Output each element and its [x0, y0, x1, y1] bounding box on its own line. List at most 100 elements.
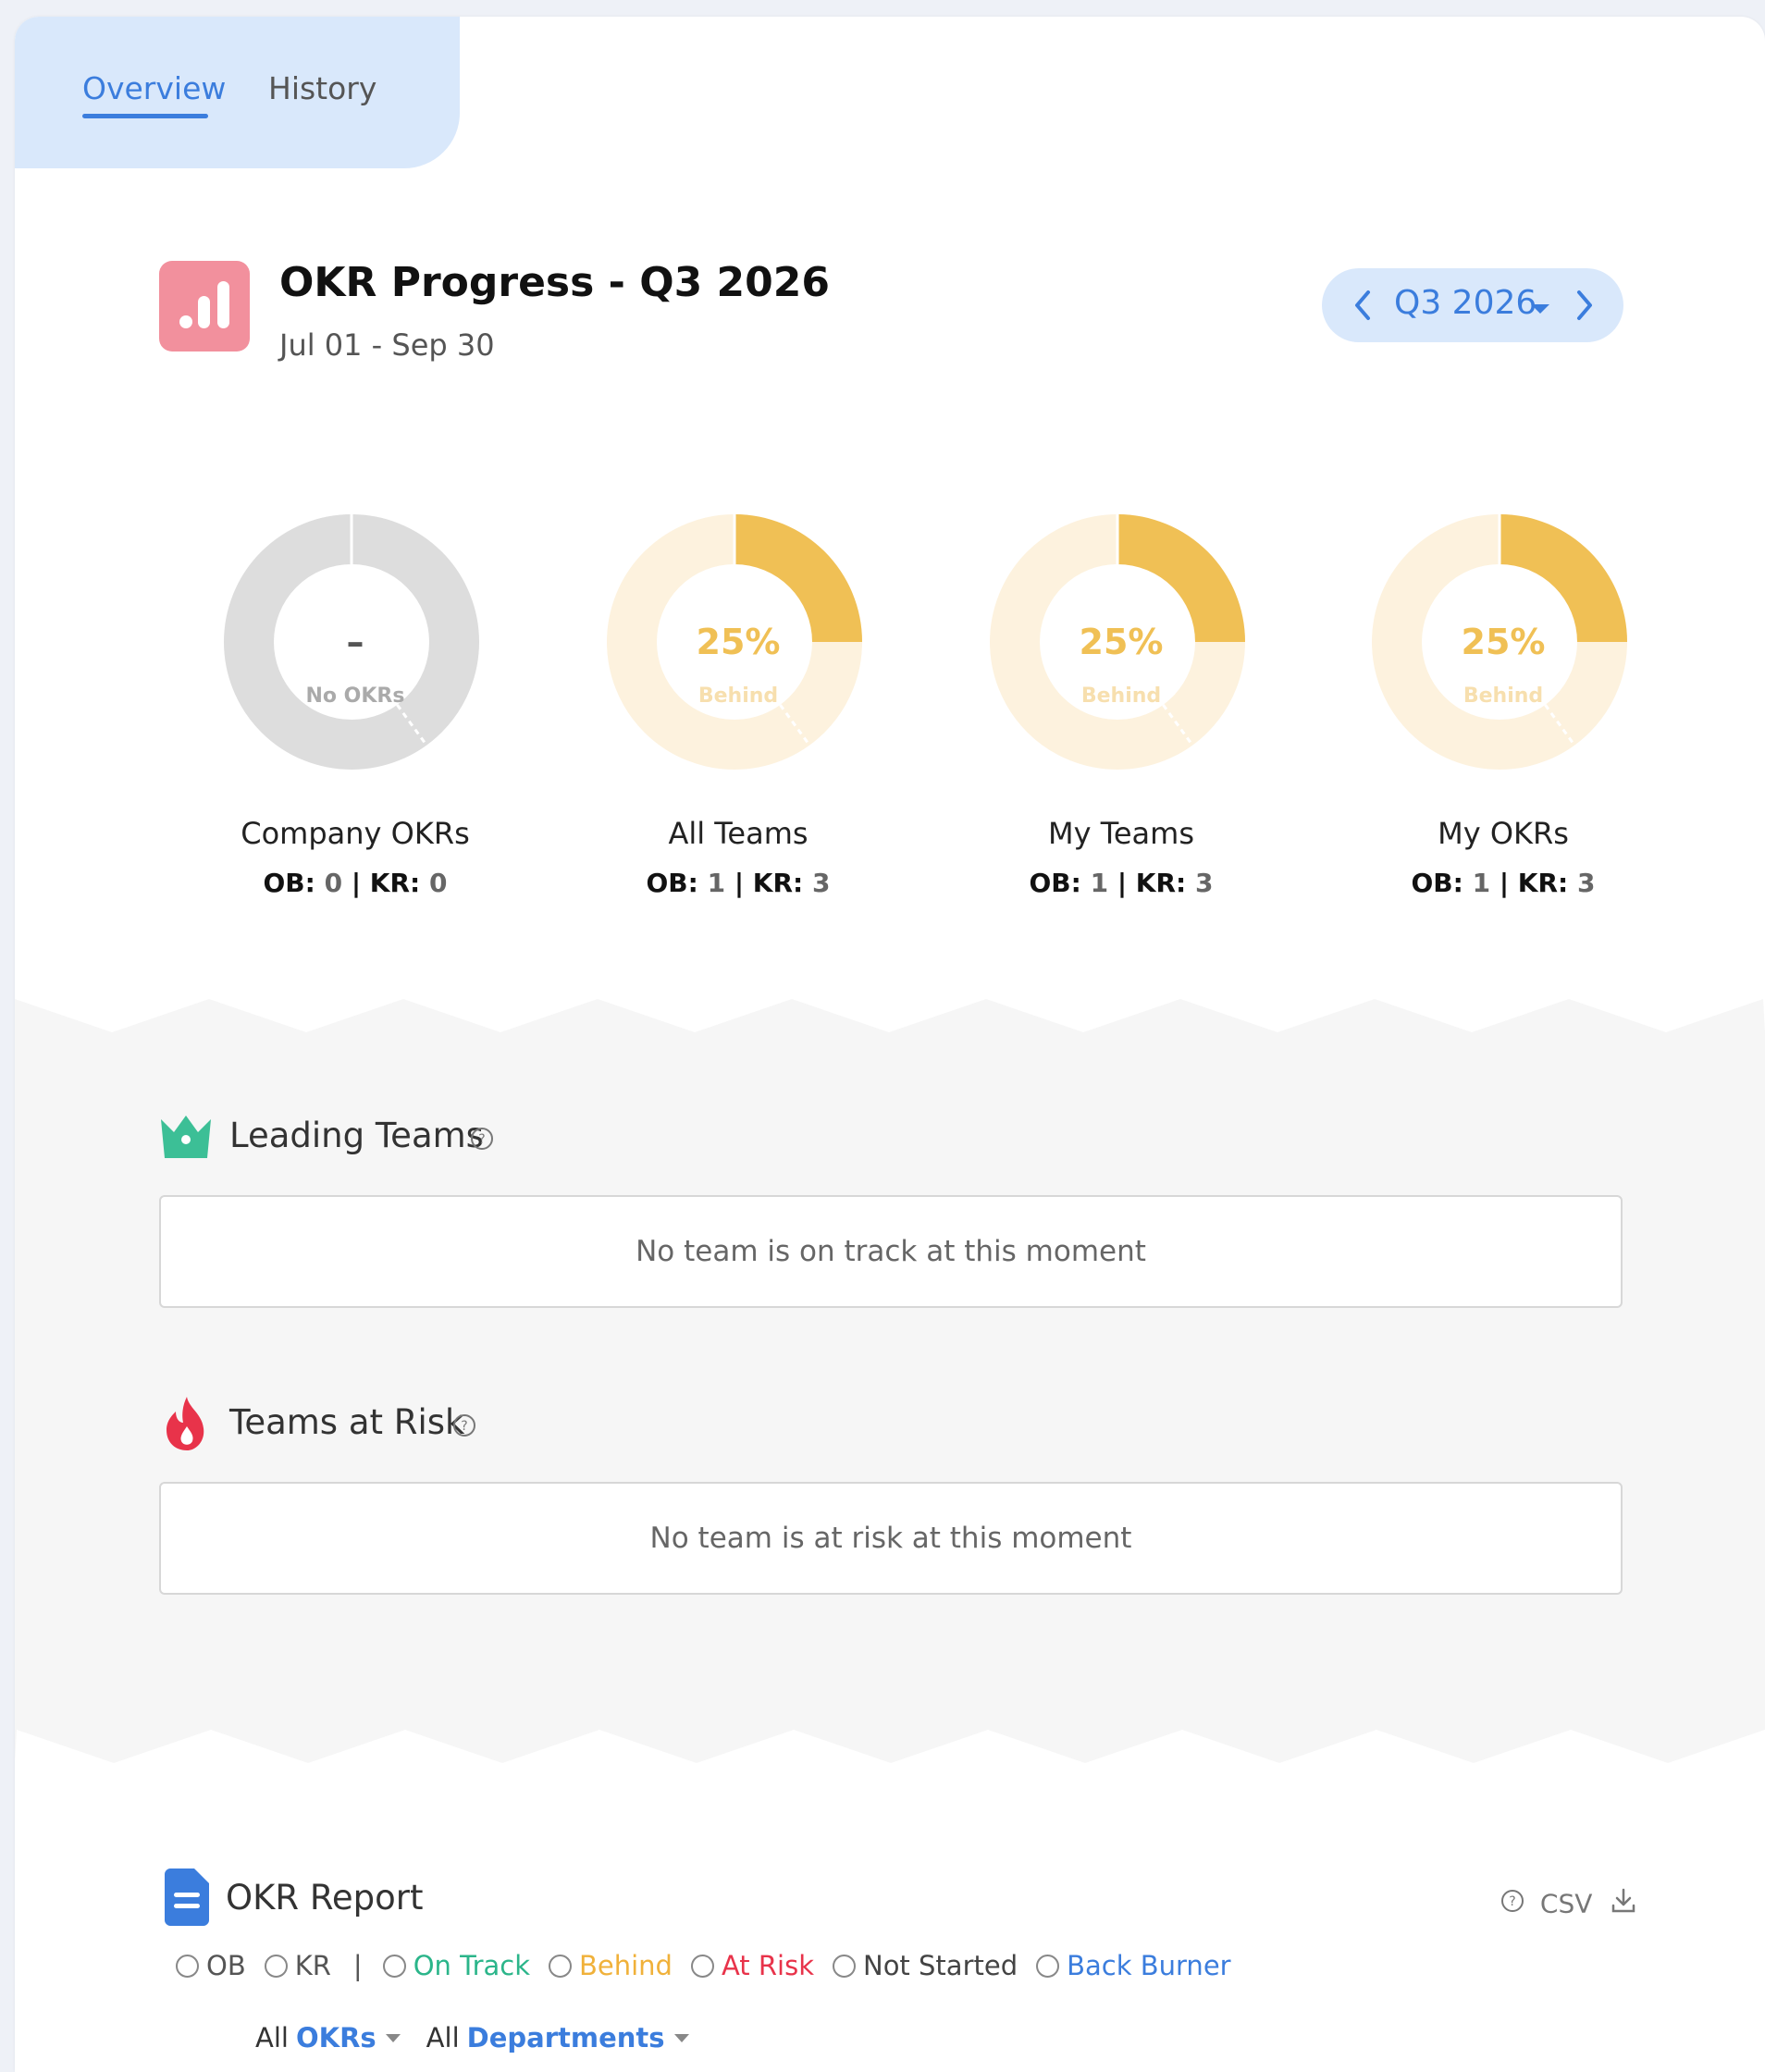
leading-teams-title: Leading Teams	[229, 1116, 484, 1155]
fire-icon	[161, 1395, 213, 1456]
donut-value: 25%	[1079, 622, 1164, 662]
ob-label: OB:	[1029, 868, 1081, 898]
date-range: Jul 01 - Sep 30	[279, 327, 495, 363]
caret-down-icon[interactable]	[673, 2033, 689, 2042]
chevron-left-icon[interactable]	[1350, 285, 1376, 329]
dropdown-departments[interactable]: All Departments	[426, 2022, 689, 2054]
filter-kr[interactable]: KR	[264, 1950, 331, 1981]
radio-button[interactable]	[176, 1954, 199, 1978]
svg-text:?: ?	[478, 1132, 485, 1147]
ob-count: 1	[707, 868, 726, 898]
filter-separator: |	[352, 1950, 363, 1981]
summary-label: Company OKRs	[241, 816, 470, 851]
summary-counts: OB: 1 | KR: 3	[955, 868, 1288, 898]
radio-button[interactable]	[382, 1954, 406, 1978]
section-background	[15, 999, 1765, 1763]
kr-label: KR:	[1517, 868, 1569, 898]
summary-counts: OB: 0 | KR: 0	[189, 868, 522, 898]
ob-count: 1	[1472, 868, 1491, 898]
dropdown-value: OKRs	[295, 2022, 376, 2054]
filter-ob[interactable]: OB	[176, 1950, 246, 1981]
kr-count: 3	[1195, 868, 1214, 898]
summary-card: 25% Behind My Teams OB: 1 | KR: 3	[955, 512, 1288, 919]
count-separator: |	[734, 868, 745, 898]
count-separator: |	[1117, 868, 1128, 898]
csv-export[interactable]: ? CSV	[1500, 1887, 1635, 1920]
donut-value: 25%	[696, 622, 781, 662]
download-icon[interactable]	[1611, 1888, 1635, 1920]
kr-count: 3	[812, 868, 831, 898]
summary-label: My OKRs	[1438, 816, 1569, 851]
report-filters: OB KR | On Track Behind At Risk Not Started Bac…	[176, 1950, 1250, 1987]
page-title: OKR Progress - Q3 2026	[279, 259, 830, 306]
teams-at-risk-empty: No team is at risk at this moment	[159, 1482, 1623, 1595]
kr-label: KR:	[1135, 868, 1187, 898]
donut-status: Behind	[1080, 684, 1162, 708]
chevron-right-icon[interactable]	[1572, 285, 1598, 329]
report-dropdowns: All OKRs All Departments	[255, 2022, 715, 2054]
quarter-selector: Q3 2026	[1322, 268, 1623, 342]
radio-button[interactable]	[690, 1954, 714, 1978]
radio-button[interactable]	[264, 1954, 288, 1978]
summary-card: 25% Behind All Teams OB: 1 | KR: 3	[572, 512, 905, 919]
radio-button[interactable]	[1036, 1954, 1060, 1978]
filter-status[interactable]: At Risk	[690, 1950, 814, 1981]
document-icon	[165, 1868, 209, 1930]
filter-label: KR	[294, 1950, 331, 1981]
quarter-dropdown[interactable]: Q3 2026	[1394, 284, 1537, 322]
caret-down-icon[interactable]	[385, 2033, 401, 2042]
dropdown-prefix: All	[426, 2022, 460, 2054]
dropdown-prefix: All	[255, 2022, 289, 2054]
filter-status[interactable]: Back Burner	[1036, 1950, 1231, 1981]
tab-history[interactable]: History	[268, 70, 376, 106]
filter-label: At Risk	[721, 1950, 814, 1981]
donut-value: 25%	[1461, 622, 1546, 662]
donut-status: Behind	[1463, 684, 1544, 708]
leading-teams-empty: No team is on track at this moment	[159, 1195, 1623, 1308]
ob-count: 1	[1090, 868, 1109, 898]
kr-count: 0	[429, 868, 448, 898]
kr-label: KR:	[752, 868, 804, 898]
crown-icon	[159, 1114, 213, 1164]
tab-overview[interactable]: Overview	[82, 70, 226, 106]
summary-label: My Teams	[1048, 816, 1194, 851]
csv-label[interactable]: CSV	[1540, 1889, 1592, 1919]
radio-button[interactable]	[833, 1954, 856, 1978]
dropdown-value: Departments	[466, 2022, 665, 2054]
summary-card: – No OKRs Company OKRs OB: 0 | KR: 0	[189, 512, 522, 919]
filter-status[interactable]: Behind	[549, 1950, 673, 1981]
summary-card: 25% Behind My OKRs OB: 1 | KR: 3	[1337, 512, 1670, 919]
summary-counts: OB: 1 | KR: 3	[1337, 868, 1670, 898]
question-circle-icon[interactable]: ?	[452, 1413, 476, 1441]
ob-label: OB:	[1411, 868, 1463, 898]
filter-label: Behind	[579, 1950, 673, 1981]
filter-label: OB	[206, 1950, 246, 1981]
filter-status[interactable]: Not Started	[833, 1950, 1018, 1981]
donut-status: Behind	[697, 684, 779, 708]
tab-bar: Overview History	[15, 17, 460, 168]
kr-label: KR:	[369, 868, 421, 898]
svg-text:?: ?	[461, 1419, 467, 1434]
caret-down-icon[interactable]	[1529, 302, 1551, 319]
summary-counts: OB: 1 | KR: 3	[572, 868, 905, 898]
count-separator: |	[351, 868, 362, 898]
count-separator: |	[1499, 868, 1510, 898]
svg-text:?: ?	[1509, 1894, 1515, 1909]
summary-label: All Teams	[668, 816, 808, 851]
okr-report-title: OKR Report	[226, 1878, 424, 1918]
teams-at-risk-title: Teams at Risk	[229, 1402, 465, 1442]
radio-button[interactable]	[549, 1954, 572, 1978]
donut-status: No OKRs	[305, 684, 405, 708]
filter-status[interactable]: On Track	[382, 1950, 530, 1981]
ob-count: 0	[324, 868, 343, 898]
donut-value: –	[346, 622, 364, 662]
main-card: Overview History OKR Progress - Q3 2026 …	[15, 17, 1765, 2072]
question-circle-icon[interactable]: ?	[470, 1127, 494, 1154]
kr-count: 3	[1577, 868, 1596, 898]
filter-label: Not Started	[863, 1950, 1018, 1981]
dropdown-okrs[interactable]: All OKRs	[255, 2022, 401, 2054]
question-circle-icon[interactable]: ?	[1500, 1889, 1524, 1919]
filter-label: On Track	[413, 1950, 530, 1981]
ob-label: OB:	[646, 868, 698, 898]
bar-chart-icon	[159, 261, 250, 352]
